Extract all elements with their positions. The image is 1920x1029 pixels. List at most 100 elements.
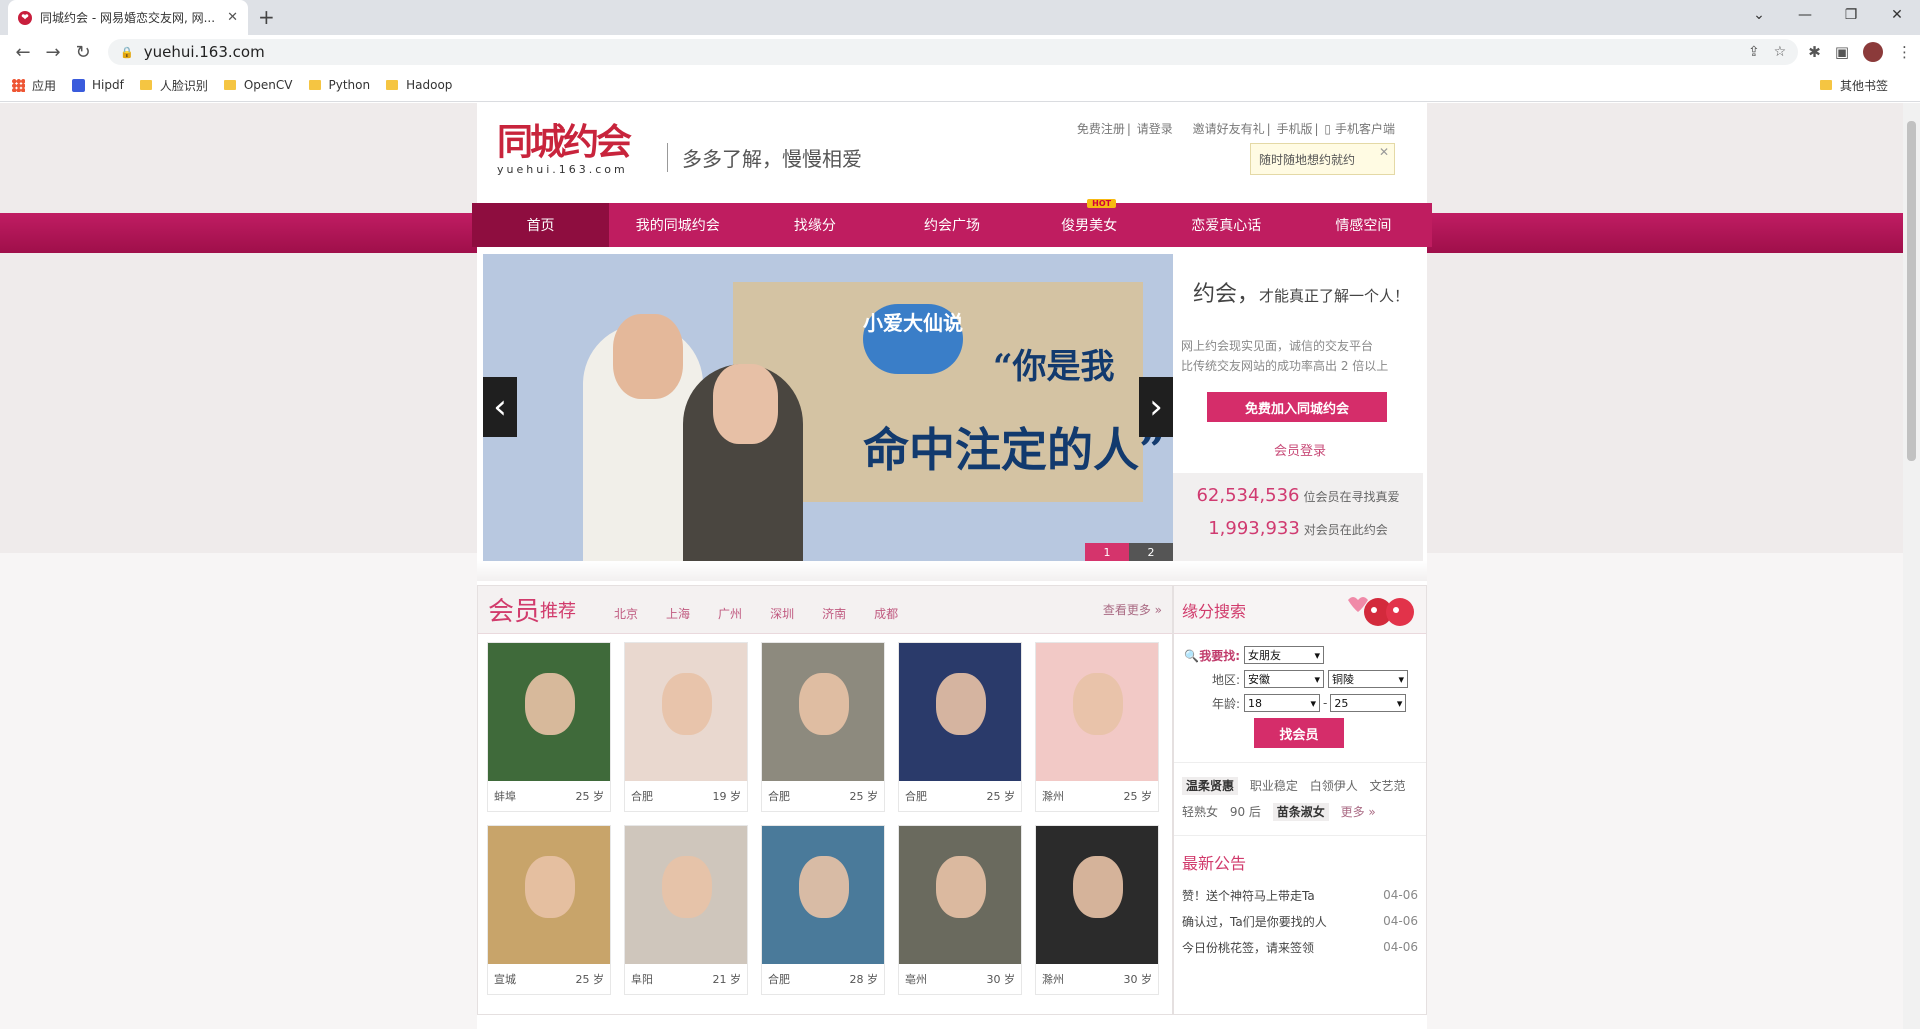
city-tab[interactable]: 成都	[874, 605, 898, 622]
bookmark-opencv[interactable]: OpenCV	[223, 78, 293, 92]
find-member-button[interactable]: 找会员	[1254, 718, 1344, 748]
member-card[interactable]: 宣城 25 岁	[487, 825, 611, 995]
member-card[interactable]: 亳州 30 岁	[898, 825, 1022, 995]
bookmark-python[interactable]: Python	[308, 78, 370, 92]
tags-more-link[interactable]: 更多 »	[1341, 805, 1376, 819]
login-link[interactable]: 请登录	[1137, 122, 1173, 136]
nav-home[interactable]: 首页	[472, 203, 610, 247]
tag[interactable]: 文艺范	[1370, 779, 1406, 793]
member-card[interactable]: 阜阳 21 岁	[624, 825, 748, 995]
province-select[interactable]: 安徽 ▾	[1244, 670, 1324, 688]
member-card[interactable]: 合肥 25 岁	[761, 642, 885, 812]
next-arrow-icon[interactable]: ›	[1139, 377, 1173, 437]
nav-beauty[interactable]: 俊男美女 HOT	[1021, 199, 1158, 247]
member-photo[interactable]	[899, 643, 1021, 781]
age-to-value: 25	[1334, 696, 1349, 710]
bookmark-hipdf[interactable]: Hipdf	[72, 78, 124, 92]
announcement-item[interactable]: 今日份桃花签，请来签领 04-06	[1174, 934, 1426, 960]
minimize-button[interactable]: —	[1782, 0, 1828, 30]
register-link[interactable]: 免费注册	[1077, 122, 1125, 136]
browser-tab[interactable]: ❤ 同城约会 - 网易婚恋交友网, 网... ✕	[8, 0, 248, 35]
nav-my-dating[interactable]: 我的同城约会	[609, 203, 746, 247]
scrollbar-thumb[interactable]	[1907, 121, 1916, 461]
announcement-item[interactable]: 确认过，Ta们是你要找的人 04-06	[1174, 908, 1426, 934]
extensions-icon[interactable]: ✱	[1808, 43, 1821, 61]
city-tab[interactable]: 上海	[666, 605, 690, 622]
page-scrollbar[interactable]	[1903, 103, 1920, 1029]
share-icon[interactable]: ⇪	[1748, 44, 1760, 60]
nav-find-fate[interactable]: 找缘分	[746, 203, 883, 247]
nav-emotion[interactable]: 情感空间	[1295, 203, 1432, 247]
member-card[interactable]: 滁州 25 岁	[1035, 642, 1159, 812]
member-photo[interactable]	[899, 826, 1021, 964]
section-title-2: 推荐	[540, 600, 577, 622]
site-logo[interactable]: 同城约会 yuehui.163.com	[497, 113, 657, 183]
announcement-item[interactable]: 赞！送个神符马上带走Ta 04-06	[1174, 882, 1426, 908]
new-tab-button[interactable]: +	[258, 5, 275, 29]
prev-arrow-icon[interactable]: ‹	[483, 377, 517, 437]
member-caption: 合肥 19 岁	[625, 781, 747, 811]
member-card[interactable]: 滁州 30 岁	[1035, 825, 1159, 995]
province-value: 安徽	[1248, 673, 1270, 686]
view-more-link[interactable]: 查看更多 »	[1103, 601, 1162, 618]
member-photo[interactable]	[762, 826, 884, 964]
member-photo[interactable]	[1036, 826, 1158, 964]
reload-button[interactable]: ↻	[68, 42, 98, 63]
tag[interactable]: 轻熟女	[1182, 805, 1218, 819]
nav-dating-square[interactable]: 约会广场	[883, 203, 1020, 247]
close-window-button[interactable]: ✕	[1874, 0, 1920, 30]
announcement-text: 赞！送个神符马上带走Ta	[1182, 888, 1315, 903]
member-card[interactable]: 合肥 28 岁	[761, 825, 885, 995]
bookmark-hadoop[interactable]: Hadoop	[386, 78, 452, 92]
url-text[interactable]: yuehui.163.com	[144, 43, 1734, 61]
omnibox[interactable]: 🔒 yuehui.163.com ⇪ ☆	[108, 39, 1799, 65]
join-button[interactable]: 免费加入同城约会	[1207, 392, 1387, 422]
invite-link[interactable]: 邀请好友有礼	[1193, 122, 1265, 136]
member-photo[interactable]	[762, 643, 884, 781]
member-card[interactable]: 合肥 19 岁	[624, 642, 748, 812]
member-photo[interactable]	[1036, 643, 1158, 781]
bookmark-face[interactable]: 人脸识别	[139, 77, 208, 94]
member-photo-face	[662, 856, 712, 918]
mobile-link[interactable]: 手机版	[1277, 122, 1313, 136]
bookmark-star-icon[interactable]: ☆	[1774, 44, 1787, 60]
city-tab[interactable]: 北京	[614, 605, 638, 622]
tag[interactable]: 温柔贤惠	[1182, 777, 1239, 795]
lock-icon[interactable]: 🔒	[120, 46, 134, 59]
city-tab[interactable]: 济南	[822, 605, 846, 622]
extension-area: ✱ ▣ ⋮	[1808, 42, 1912, 62]
member-photo[interactable]	[488, 826, 610, 964]
back-button[interactable]: ←	[8, 42, 38, 63]
member-card[interactable]: 蚌埠 25 岁	[487, 642, 611, 812]
tag[interactable]: 90 后	[1230, 805, 1261, 819]
gender-select[interactable]: 女朋友 ▾	[1244, 646, 1324, 664]
app-link[interactable]: 手机客户端	[1335, 122, 1395, 136]
city-tab[interactable]: 深圳	[770, 605, 794, 622]
age-from-select[interactable]: 18 ▾	[1244, 694, 1320, 712]
member-login-link[interactable]: 会员登录	[1173, 440, 1427, 459]
bookmark-other[interactable]: 其他书签	[1819, 77, 1888, 94]
member-photo[interactable]	[625, 643, 747, 781]
city-select[interactable]: 铜陵 ▾	[1328, 670, 1408, 688]
banner-carousel[interactable]: 小爱大仙说 “你是我 命中注定的人” ‹ › 1 2	[483, 254, 1173, 561]
age-to-select[interactable]: 25 ▾	[1330, 694, 1407, 712]
side-panel-icon[interactable]: ▣	[1835, 43, 1849, 61]
tag[interactable]: 白领伊人	[1310, 779, 1358, 793]
menu-icon[interactable]: ⋮	[1897, 43, 1912, 61]
page-2-button[interactable]: 2	[1129, 543, 1173, 561]
profile-avatar[interactable]	[1863, 42, 1883, 62]
tag[interactable]: 苗条淑女	[1272, 803, 1329, 821]
forward-button[interactable]: →	[38, 42, 68, 63]
city-tab[interactable]: 广州	[718, 605, 742, 622]
tab-search-icon[interactable]: ⌄	[1736, 0, 1782, 30]
member-card[interactable]: 合肥 25 岁	[898, 642, 1022, 812]
close-icon[interactable]: ✕	[1379, 145, 1389, 159]
page-1-button[interactable]: 1	[1085, 543, 1129, 561]
close-tab-icon[interactable]: ✕	[227, 10, 238, 25]
member-photo[interactable]	[488, 643, 610, 781]
bookmark-apps[interactable]: 应用	[12, 77, 56, 94]
tag[interactable]: 职业稳定	[1250, 779, 1298, 793]
nav-love-talk[interactable]: 恋爱真心话	[1158, 203, 1295, 247]
maximize-button[interactable]: ❐	[1828, 0, 1874, 30]
member-photo[interactable]	[625, 826, 747, 964]
